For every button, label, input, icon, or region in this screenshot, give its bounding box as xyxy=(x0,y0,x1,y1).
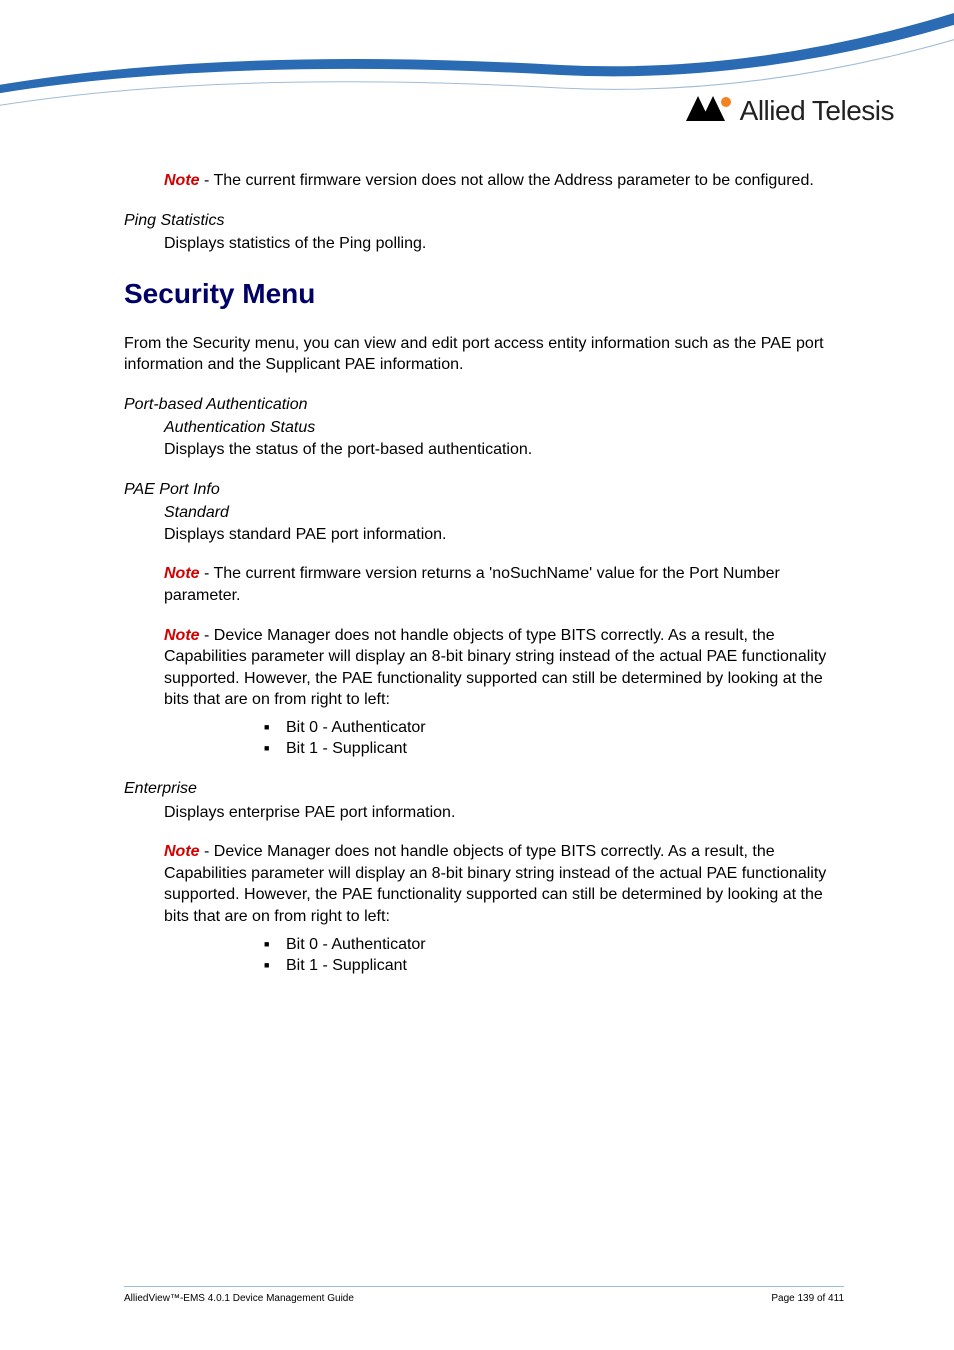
port-based-auth-heading: Port-based Authentication xyxy=(124,394,844,416)
note-nosuchname: Note - The current firmware version retu… xyxy=(164,563,844,606)
note-body: - Device Manager does not handle objects… xyxy=(164,627,826,709)
brand-logo: Allied Telesis xyxy=(686,95,894,127)
enterprise-heading: Enterprise xyxy=(124,778,844,800)
note-body: - The current firmware version returns a… xyxy=(164,565,780,604)
bit-0-item: Bit 0 - Authenticator xyxy=(264,934,844,956)
page-content: Note - The current firmware version does… xyxy=(124,170,844,995)
ping-statistics-heading: Ping Statistics xyxy=(124,210,844,232)
port-based-auth-subheading: Authentication Status xyxy=(164,417,844,439)
footer-right: Page 139 of 411 xyxy=(771,1293,844,1304)
footer-left: AlliedView™-EMS 4.0.1 Device Management … xyxy=(124,1293,354,1304)
page-footer: AlliedView™-EMS 4.0.1 Device Management … xyxy=(124,1286,844,1304)
note-label: Note xyxy=(164,843,200,860)
security-menu-heading: Security Menu xyxy=(124,275,844,313)
bits-list-2: Bit 0 - Authenticator Bit 1 - Supplicant xyxy=(264,934,844,977)
note-firmware-address: Note - The current firmware version does… xyxy=(164,170,844,192)
bit-1-item: Bit 1 - Supplicant xyxy=(264,738,844,760)
bit-1-item: Bit 1 - Supplicant xyxy=(264,955,844,977)
brand-mark-icon xyxy=(686,96,732,126)
pae-port-info-subheading: Standard xyxy=(164,502,844,524)
note-label: Note xyxy=(164,627,200,644)
header-swoosh xyxy=(0,0,954,160)
note-label: Note xyxy=(164,172,200,189)
ping-statistics-body: Displays statistics of the Ping polling. xyxy=(164,233,844,255)
bits-list-1: Bit 0 - Authenticator Bit 1 - Supplicant xyxy=(264,717,844,760)
port-based-auth-body: Displays the status of the port-based au… xyxy=(164,439,844,461)
pae-port-info-heading: PAE Port Info xyxy=(124,479,844,501)
note-bits-1: Note - Device Manager does not handle ob… xyxy=(164,625,844,711)
bit-0-item: Bit 0 - Authenticator xyxy=(264,717,844,739)
note-bits-2: Note - Device Manager does not handle ob… xyxy=(164,841,844,927)
security-menu-intro: From the Security menu, you can view and… xyxy=(124,333,844,376)
note-body: - The current firmware version does not … xyxy=(200,172,814,189)
note-body: - Device Manager does not handle objects… xyxy=(164,843,826,925)
brand-logo-text: Allied Telesis xyxy=(740,95,894,127)
enterprise-body: Displays enterprise PAE port information… xyxy=(164,802,844,824)
pae-port-info-body: Displays standard PAE port information. xyxy=(164,524,844,546)
note-label: Note xyxy=(164,565,200,582)
